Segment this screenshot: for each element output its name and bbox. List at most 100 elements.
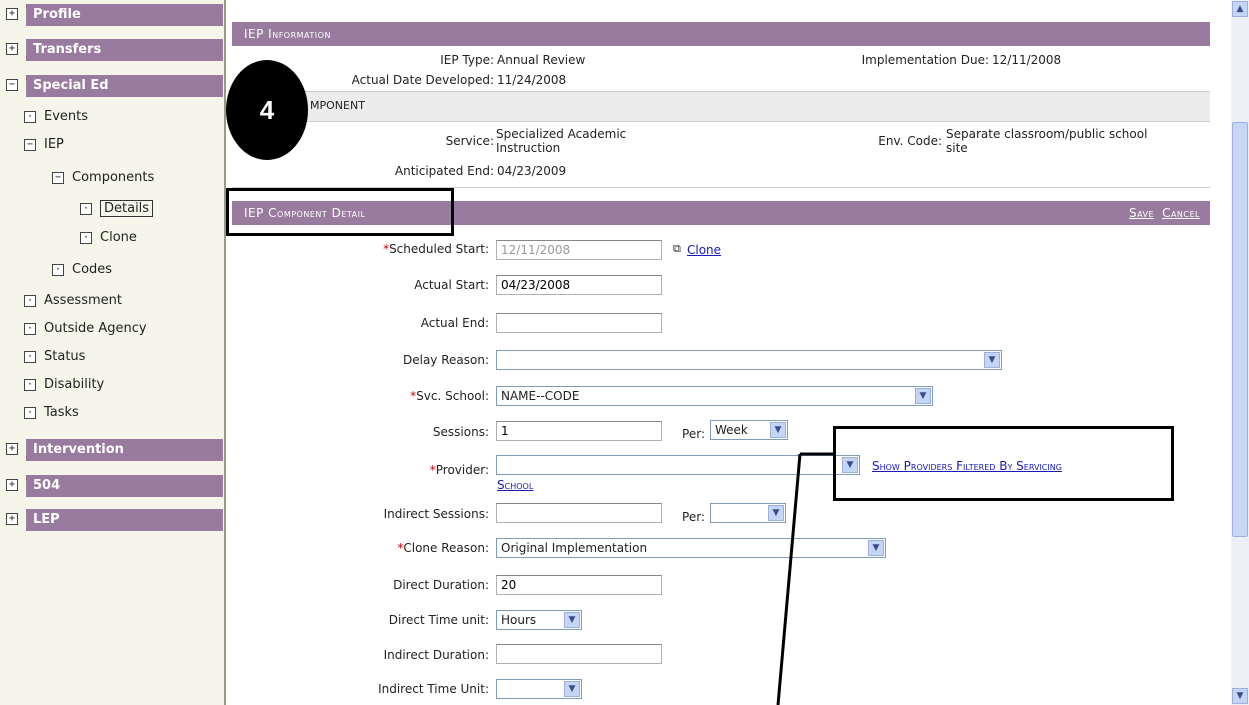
service-value: Specialized Academic Instruction [496,127,626,155]
leaf-icon: · [24,350,36,363]
delay-reason-select[interactable]: ▼ [496,350,1002,370]
iep-information-header: IEP Information [232,22,1210,46]
save-button[interactable]: Save [1129,206,1154,220]
select-value: Hours [501,613,537,627]
callout-box-show-providers [833,426,1174,501]
main-content: IEP Information IEP Type: Annual Review … [232,0,1210,705]
direct-duration-input[interactable] [496,575,662,595]
tree-label[interactable]: Status [44,349,85,364]
clone-reason-select[interactable]: Original Implementation ▼ [496,538,886,558]
anticipated-end-value: 04/23/2009 [497,164,567,178]
sidebar-nav: + Profile + Transfers − Special Ed · Even… [0,0,226,705]
chevron-down-icon[interactable]: ▼ [564,681,580,697]
tree-item-codes[interactable]: · Codes [52,261,112,279]
chevron-down-icon[interactable]: ▼ [770,422,786,438]
chevron-down-icon[interactable]: ▼ [564,612,580,628]
tree-label[interactable]: Clone [100,230,137,245]
scroll-up-icon[interactable]: ▲ [1232,1,1248,17]
expand-icon[interactable]: + [6,443,18,455]
clone-reason-label-text: Clone Reason: [403,541,489,555]
clone-link[interactable]: Clone [687,243,721,257]
chevron-down-icon[interactable]: ▼ [868,540,884,556]
tree-item-events[interactable]: · Events [24,108,88,126]
tree-item-details[interactable]: · Details [80,200,154,218]
tree-label[interactable]: Outside Agency [44,321,147,336]
section-label[interactable]: Intervention [26,439,223,461]
service-line-2: Instruction [496,141,561,155]
leaf-icon: · [24,110,36,123]
tree-label-selected[interactable]: Details [100,200,154,217]
indirect-sessions-input[interactable] [496,503,662,523]
tree-label[interactable]: Disability [44,377,104,392]
direct-time-unit-select[interactable]: Hours ▼ [496,610,582,630]
show-providers-link-cont[interactable]: School [497,478,533,492]
tree-item-outside-agency[interactable]: · Outside Agency [24,320,147,338]
leaf-icon: · [80,231,92,244]
select-value: Week [715,423,748,437]
section-label[interactable]: Special Ed [26,75,223,97]
leaf-icon: · [24,406,36,419]
tree-item-disability[interactable]: · Disability [24,376,104,394]
tree-label[interactable]: IEP [44,137,64,152]
section-label[interactable]: Profile [26,4,223,26]
per-select[interactable]: Week ▼ [710,420,788,440]
indirect-sessions-label: Indirect Sessions: [383,507,489,521]
actual-end-label: Actual End: [420,316,489,330]
section-label[interactable]: 504 [26,475,223,497]
clone-copy-icon[interactable]: ⧉ [673,242,681,256]
per-label: Per: [682,427,705,441]
vertical-scrollbar[interactable]: ▲ ▼ [1231,0,1249,705]
section-label[interactable]: LEP [26,509,223,531]
tree-item-iep[interactable]: − IEP [24,136,64,154]
tree-label[interactable]: Codes [72,262,112,277]
expand-icon[interactable]: + [6,513,18,525]
tree-label[interactable]: Events [44,109,88,124]
implementation-due-label: Implementation Due: [861,53,989,67]
indirect-time-unit-label: Indirect Time Unit: [378,682,489,696]
callout-number-badge: 4 [226,60,308,160]
chevron-down-icon[interactable]: ▼ [915,388,931,404]
tree-item-components[interactable]: − Components [52,169,154,187]
expand-icon[interactable]: + [6,43,18,55]
scheduled-start-input[interactable] [496,240,662,260]
chevron-down-icon[interactable]: ▼ [768,505,784,521]
service-line-1: Specialized Academic [496,127,627,141]
component-subheader-text: MPONENT [310,99,365,112]
cancel-button[interactable]: Cancel [1162,206,1200,220]
svc-school-select[interactable]: NAME--CODE ▼ [496,386,933,406]
tree-label[interactable]: Assessment [44,293,122,308]
tree-label[interactable]: Components [72,170,154,185]
actual-date-developed-value: 11/24/2008 [497,73,567,87]
actual-start-input[interactable] [496,275,662,295]
tree-item-assessment[interactable]: · Assessment [24,292,122,310]
provider-label: *Provider: [429,463,489,477]
expand-icon[interactable]: + [6,8,18,20]
scroll-thumb[interactable] [1232,122,1248,537]
sessions-input[interactable] [496,421,662,441]
expand-icon[interactable]: + [6,479,18,491]
svc-school-label: *Svc. School: [410,389,489,403]
env-code-label: Env. Code: [878,134,942,148]
leaf-icon: · [52,263,64,276]
tree-item-tasks[interactable]: · Tasks [24,404,79,422]
scroll-down-icon[interactable]: ▼ [1232,688,1248,704]
sessions-label: Sessions: [432,425,489,439]
per-select-2[interactable]: ▼ [710,503,786,523]
collapse-icon[interactable]: − [52,171,64,184]
indirect-time-unit-select[interactable]: ▼ [496,679,582,699]
env-line-2: site [946,141,968,155]
tree-item-status[interactable]: · Status [24,348,85,366]
env-code-value: Separate classroom/public school site [946,127,1147,155]
chevron-down-icon[interactable]: ▼ [984,352,1000,368]
indirect-duration-input[interactable] [496,644,662,664]
actual-end-input[interactable] [496,313,662,333]
section-label[interactable]: Transfers [26,39,223,61]
collapse-icon[interactable]: − [6,79,18,91]
callout-box-detail-header [226,188,454,236]
provider-select[interactable]: ▼ [496,455,860,475]
collapse-icon[interactable]: − [24,138,36,151]
leaf-icon: · [80,202,92,215]
svc-school-label-text: Svc. School: [416,389,489,403]
tree-item-clone[interactable]: · Clone [80,229,137,247]
tree-label[interactable]: Tasks [44,405,79,420]
